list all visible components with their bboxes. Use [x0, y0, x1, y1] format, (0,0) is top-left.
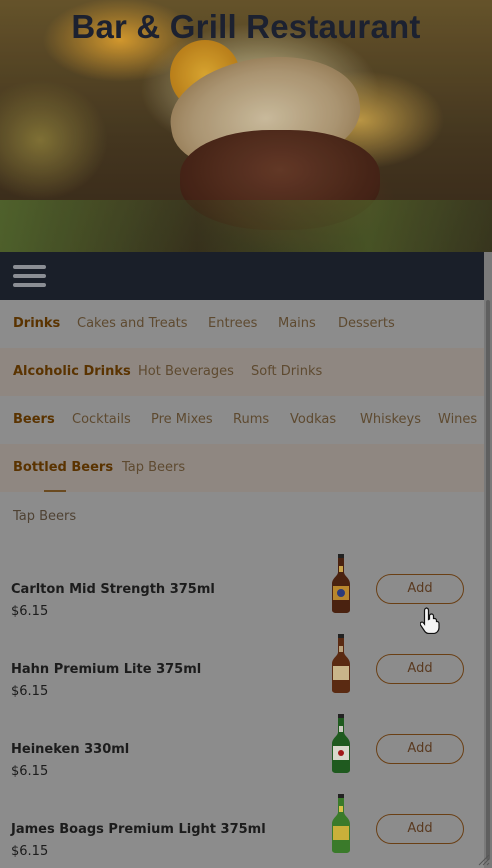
- tab-alcoholic-drinks[interactable]: Alcoholic Drinks: [13, 348, 131, 396]
- tab-bottled-beers[interactable]: Bottled Beers: [13, 444, 113, 492]
- menu-item: James Boags Premium Light 375ml $6.15 Ad…: [0, 794, 492, 868]
- tab-vodkas[interactable]: Vodkas: [290, 396, 336, 444]
- hero-shrimp-graphic: [163, 45, 367, 181]
- drink-type-tabs: Beers Cocktails Pre Mixes Rums Vodkas Wh…: [0, 396, 492, 444]
- tab-entrees[interactable]: Entrees: [208, 300, 257, 348]
- hero-steak-graphic: [180, 130, 380, 230]
- hamburger-menu-icon[interactable]: [13, 265, 47, 289]
- resize-grip-icon[interactable]: [476, 852, 490, 866]
- restaurant-title: Bar & Grill Restaurant: [71, 8, 421, 45]
- item-name: Hahn Premium Lite 375ml: [11, 662, 202, 677]
- brown-beer-bottle-icon: [332, 554, 350, 613]
- beer-type-tabs: Bottled Beers Tap Beers: [0, 444, 492, 492]
- tab-hot-beverages[interactable]: Hot Beverages: [138, 348, 234, 396]
- tab-soft-drinks[interactable]: Soft Drinks: [251, 348, 322, 396]
- hero-greens-graphic: [0, 200, 492, 252]
- green-beer-bottle-icon: [332, 794, 350, 853]
- item-price: $6.15: [11, 684, 49, 699]
- scrollbar-thumb[interactable]: [486, 300, 490, 860]
- hand-pointer-cursor-icon: [420, 607, 440, 634]
- add-button[interactable]: Add: [376, 734, 464, 764]
- item-price: $6.15: [11, 604, 49, 619]
- menu-item: Heineken 330ml $6.15 Add: [0, 714, 492, 822]
- menu-item: Carlton Mid Strength 375ml $6.15 Add: [0, 554, 492, 662]
- active-tab-indicator: [44, 490, 66, 492]
- hero-lemon-graphic: [170, 40, 240, 110]
- top-navbar: [0, 252, 492, 300]
- tab-desserts[interactable]: Desserts: [338, 300, 395, 348]
- tab-rums[interactable]: Rums: [233, 396, 269, 444]
- add-button[interactable]: Add: [376, 654, 464, 684]
- add-button[interactable]: Add: [376, 814, 464, 844]
- tab-whiskeys[interactable]: Whiskeys: [360, 396, 421, 444]
- item-price: $6.15: [11, 844, 49, 859]
- item-price: $6.15: [11, 764, 49, 779]
- tab-cakes-and-treats[interactable]: Cakes and Treats: [77, 300, 188, 348]
- tab-tap-beers[interactable]: Tap Beers: [122, 444, 185, 492]
- item-name: James Boags Premium Light 375ml: [11, 822, 266, 837]
- item-name: Carlton Mid Strength 375ml: [11, 582, 215, 597]
- green-beer-bottle-icon: [332, 714, 350, 773]
- section-heading: Tap Beers: [13, 509, 77, 524]
- tab-pre-mixes[interactable]: Pre Mixes: [151, 396, 213, 444]
- tab-cocktails[interactable]: Cocktails: [72, 396, 131, 444]
- tab-drinks[interactable]: Drinks: [13, 300, 60, 348]
- hero-banner: Bar & Grill Restaurant: [0, 0, 492, 252]
- item-name: Heineken 330ml: [11, 742, 130, 757]
- tab-wines[interactable]: Wines: [438, 396, 477, 444]
- tab-mains[interactable]: Mains: [278, 300, 316, 348]
- brown-beer-bottle-icon: [332, 634, 350, 693]
- add-button[interactable]: Add: [376, 574, 464, 604]
- tab-beers[interactable]: Beers: [13, 396, 55, 444]
- menu-item: Hahn Premium Lite 375ml $6.15 Add: [0, 634, 492, 742]
- category-tabs: Drinks Cakes and Treats Entrees Mains De…: [0, 300, 492, 348]
- subcategory-tabs: Alcoholic Drinks Hot Beverages Soft Drin…: [0, 348, 492, 396]
